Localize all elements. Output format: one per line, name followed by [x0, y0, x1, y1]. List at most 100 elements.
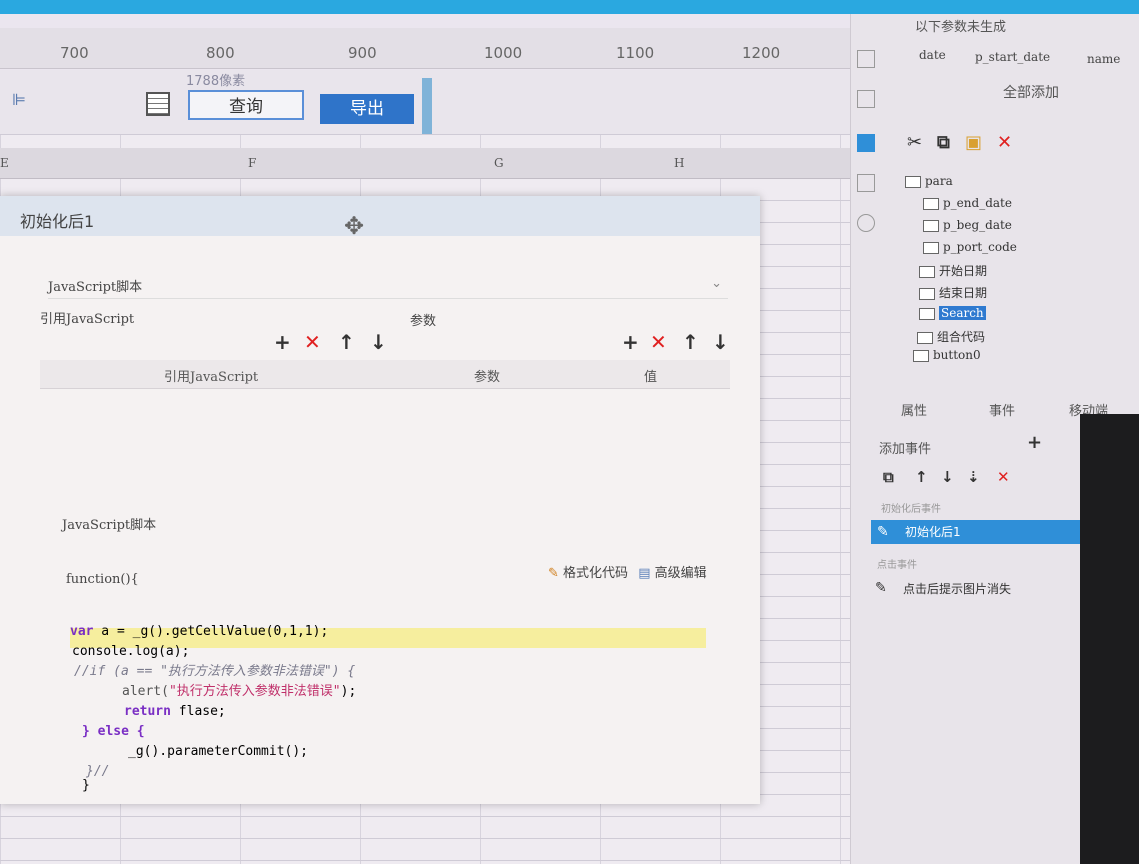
add-all-button[interactable]: 全部添加	[1003, 82, 1059, 102]
tree-item[interactable]: 组合代码	[917, 328, 985, 345]
column-header[interactable]: E	[0, 156, 9, 170]
format-code-button[interactable]: 格式化代码	[563, 566, 628, 581]
panel-icon-3[interactable]	[857, 134, 875, 152]
event-group-label: 初始化后事件	[881, 504, 941, 515]
event-item[interactable]: 点击后提示图片消失	[903, 580, 1011, 597]
function-label: function(){	[66, 572, 139, 587]
pen-icon: ✎	[875, 580, 887, 596]
delete-event-icon[interactable]: ✕	[997, 468, 1010, 486]
ruler-tick: 1000	[484, 44, 523, 62]
cut-icon[interactable]: ✂	[907, 132, 922, 153]
tree-item[interactable]: p_end_date	[923, 196, 1012, 210]
screen: 700 800 900 1000 1100 1200 ⊫ 1788像素 查询 导…	[0, 14, 1139, 864]
calendar-icon	[923, 219, 939, 232]
ruler-tick: 900	[348, 44, 377, 62]
params-label: 参数	[410, 314, 437, 329]
script-select-value: JavaScript脚本	[48, 280, 143, 295]
tree-item-search[interactable]: Search	[919, 306, 986, 320]
code-editor[interactable]: var a = _g().getCellValue(0,1,1); consol…	[66, 616, 716, 796]
table-header: 参数	[474, 370, 501, 385]
column-header[interactable]: G	[494, 156, 504, 170]
ruler-tick: 700	[60, 44, 89, 62]
params-notice: 以下参数未生成	[915, 20, 1007, 35]
table-header: 值	[644, 370, 658, 385]
column-header[interactable]: F	[248, 156, 256, 170]
move-up-icon[interactable]: ↑	[338, 330, 355, 354]
copy-event-icon[interactable]: ⧉	[883, 468, 894, 486]
code-line: return flase;	[124, 704, 226, 719]
event-down-icon[interactable]: ↓	[941, 468, 954, 486]
add-event-label: 添加事件	[879, 442, 932, 457]
param-chip[interactable]: p_start_date	[975, 50, 1050, 64]
ruler-tick: 1200	[742, 44, 781, 62]
panel-icon-4[interactable]	[857, 174, 875, 192]
ref-table-header: 引用JavaScript 参数 值	[40, 360, 730, 389]
js-label: JavaScript脚本	[62, 518, 157, 533]
chevron-down-icon[interactable]: ⌄	[711, 276, 722, 291]
editor-tools: ✎ 格式化代码 ▤ 高级编辑	[548, 562, 707, 581]
move-down-icon[interactable]: ↓	[370, 330, 387, 354]
calendar-icon	[923, 197, 939, 210]
tree-item[interactable]: 结束日期	[919, 284, 987, 301]
dialog-title-bar[interactable]: 初始化后1 ✥	[0, 196, 760, 240]
event-label: 初始化后1	[905, 525, 961, 539]
label-icon	[919, 287, 935, 300]
tree-item[interactable]: button0	[913, 348, 981, 362]
sort-icon[interactable]: ⇣	[967, 468, 980, 486]
ruler-tick: 1100	[616, 44, 655, 62]
paste-icon[interactable]: ▣	[965, 132, 982, 153]
param-up-icon[interactable]: ↑	[682, 330, 699, 354]
ruler: 700 800 900 1000 1100 1200	[0, 28, 850, 69]
event-item-selected[interactable]: 初始化后1	[871, 520, 1093, 544]
script-select[interactable]: JavaScript脚本 ⌄	[48, 276, 728, 299]
folder-icon	[905, 175, 921, 188]
code-line: _g().parameterCommit();	[128, 744, 309, 759]
dialog-title: 初始化后1	[20, 212, 95, 231]
panel-icon-5[interactable]	[857, 214, 875, 232]
edit-icon: ▤	[638, 566, 651, 581]
selection-bar	[422, 78, 432, 142]
param-chip[interactable]: date	[919, 48, 946, 62]
calendar-icon[interactable]	[146, 92, 170, 116]
move-icon[interactable]: ✥	[344, 212, 364, 240]
code-line: var a = _g().getCellValue(0,1,1);	[70, 624, 329, 639]
label-icon	[917, 331, 933, 344]
panel-icon-1[interactable]	[857, 50, 875, 68]
add-param-icon[interactable]: +	[622, 330, 639, 354]
button-icon	[913, 349, 929, 362]
column-headers: E F G H	[0, 148, 850, 179]
copy-icon[interactable]: ⧉	[937, 132, 950, 153]
monitor-bezel	[1080, 414, 1139, 864]
ref-label: 引用JavaScript	[40, 312, 135, 327]
ruler-tick: 800	[206, 44, 235, 62]
tree-item-para[interactable]: para	[905, 174, 953, 188]
brush-icon: ✎	[548, 566, 559, 581]
code-line: console.log(a);	[72, 644, 190, 659]
delete-icon[interactable]: ✕	[997, 132, 1012, 153]
delete-ref-icon[interactable]: ✕	[304, 330, 321, 354]
param-chip[interactable]: name	[1087, 52, 1120, 66]
dropdown-icon	[923, 241, 939, 254]
param-down-icon[interactable]: ↓	[712, 330, 729, 354]
advanced-edit-button[interactable]: 高级编辑	[655, 566, 707, 581]
tree-item[interactable]: p_beg_date	[923, 218, 1012, 232]
top-bar	[0, 0, 1139, 14]
tab-events[interactable]: 事件	[989, 400, 1015, 419]
add-ref-icon[interactable]: +	[274, 330, 291, 354]
panel-icon-2[interactable]	[857, 90, 875, 108]
query-button[interactable]: 查询	[188, 90, 304, 120]
tree-item[interactable]: 开始日期	[919, 262, 987, 279]
tree-item[interactable]: p_port_code	[923, 240, 1017, 254]
column-header[interactable]: H	[674, 156, 684, 170]
code-line: } else {	[82, 724, 145, 739]
code-line: //if (a == "执行方法传入参数非法错误") {	[74, 664, 356, 679]
delete-param-icon[interactable]: ✕	[650, 330, 667, 354]
event-up-icon[interactable]: ↑	[915, 468, 928, 486]
add-event-icon[interactable]: +	[1027, 432, 1042, 453]
align-icon[interactable]: ⊫	[12, 90, 32, 112]
size-hint: 1788像素	[186, 74, 246, 89]
tab-properties[interactable]: 属性	[901, 400, 927, 419]
code-line: }	[82, 778, 90, 793]
export-button[interactable]: 导出	[320, 94, 414, 124]
pen-icon: ✎	[877, 524, 889, 540]
